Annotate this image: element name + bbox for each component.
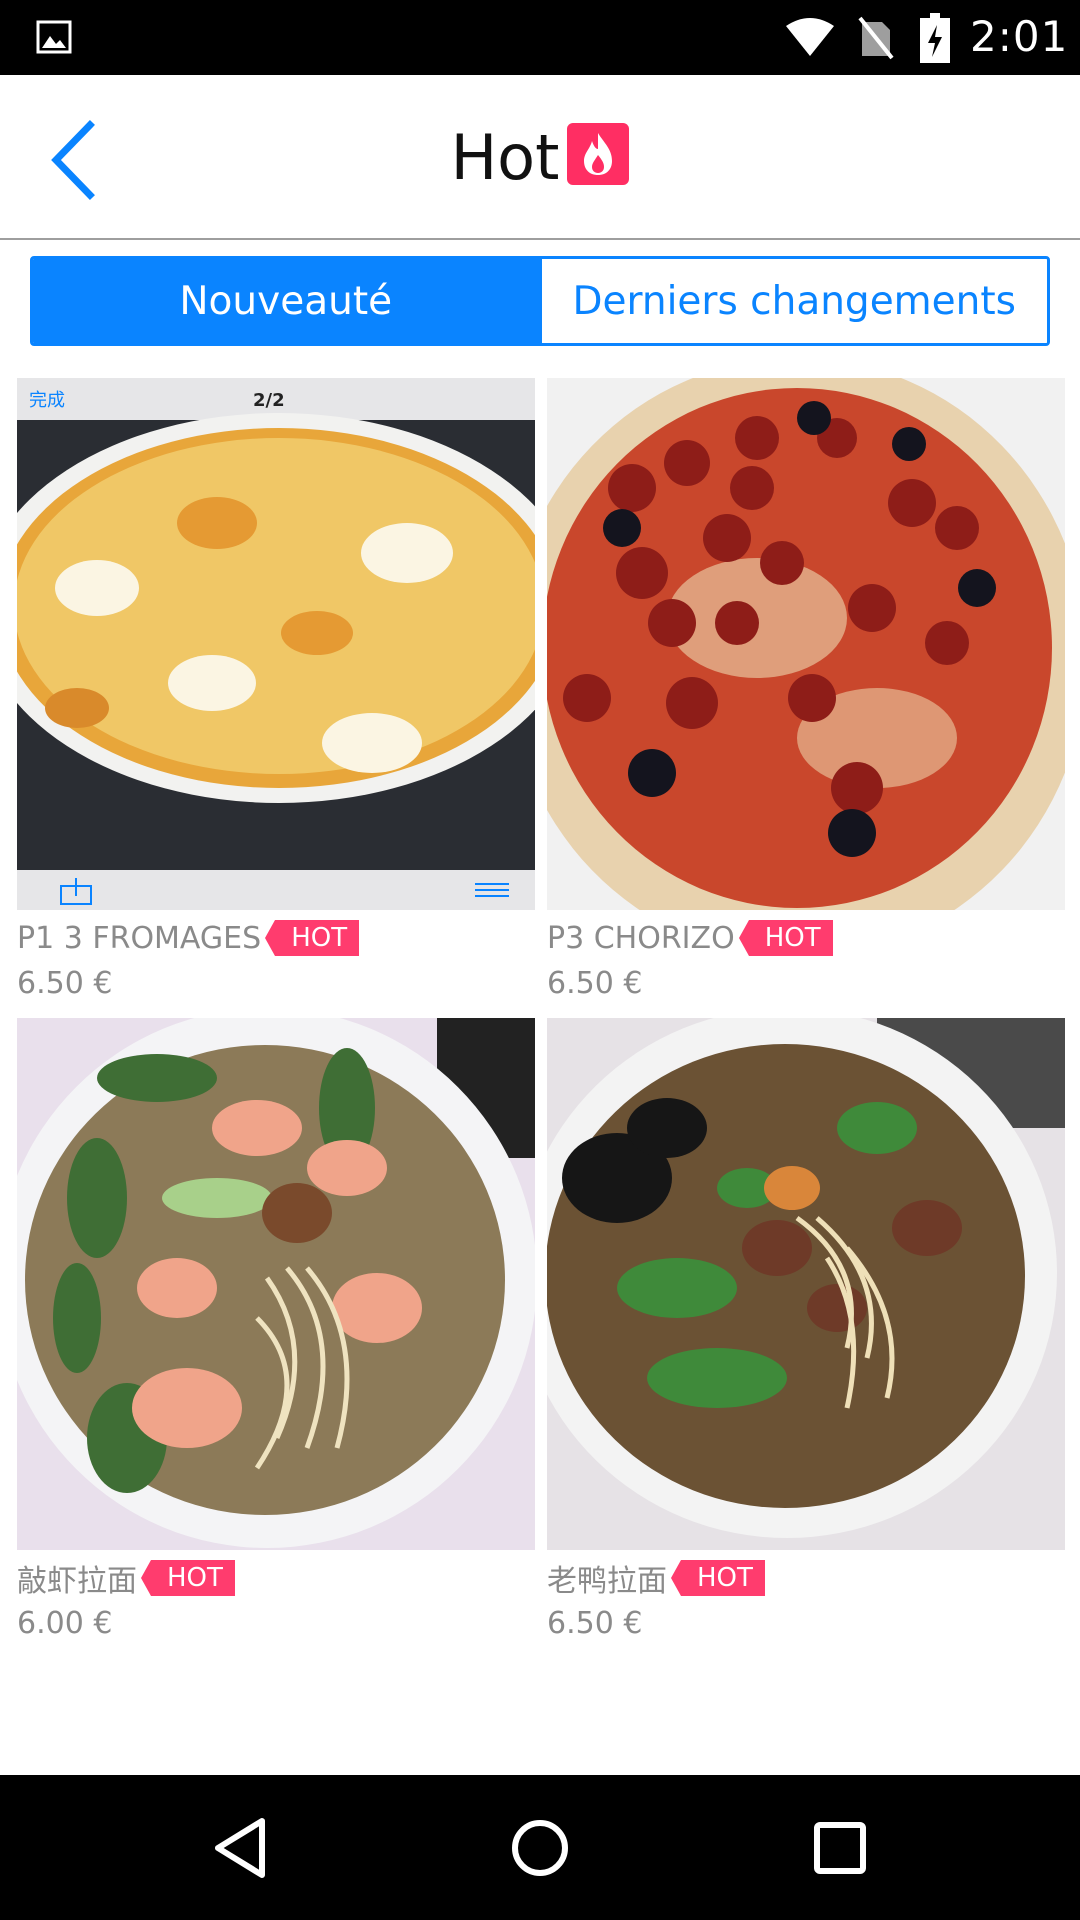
overlay-done-label: 完成 [29, 390, 65, 411]
nav-back-button[interactable] [200, 1813, 280, 1883]
product-photo[interactable] [547, 378, 1065, 910]
product-name: P1 3 FROMAGES [17, 920, 262, 956]
product-card[interactable]: P3 CHORIZO HOT 6.50 € [547, 378, 1065, 1001]
battery-charging-icon [920, 13, 950, 63]
home-circle-icon [512, 1820, 568, 1876]
hot-badge: HOT [671, 1560, 765, 1596]
segmented-control: Nouveauté Derniers changements [30, 256, 1050, 346]
nav-recents-button[interactable] [800, 1813, 880, 1883]
hot-badge: HOT [265, 920, 360, 956]
product-photo[interactable] [17, 1018, 535, 1550]
gallery-icon [36, 20, 72, 54]
product-name-row: P3 CHORIZO HOT [547, 916, 1065, 960]
product-price: 6.50 € [547, 1606, 643, 1641]
no-sim-icon [858, 16, 894, 60]
fire-icon [567, 122, 630, 185]
tab-nouveaute[interactable]: Nouveauté [33, 259, 539, 343]
wifi-icon [786, 18, 834, 56]
product-price: 6.50 € [547, 966, 643, 1001]
title-container: Hot [0, 75, 1080, 240]
product-name-row: P1 3 FROMAGES HOT [17, 916, 535, 960]
product-card[interactable]: 老鸭拉面 HOT 6.50 € [547, 1018, 1065, 1641]
hot-badge: HOT [738, 920, 833, 956]
product-name: P3 CHORIZO [547, 920, 735, 956]
product-price: 6.00 € [17, 1606, 113, 1641]
product-name: 敲虾拉面 [17, 1564, 137, 1599]
recents-square-icon [814, 1822, 866, 1874]
status-bar: 2:01 [0, 0, 1080, 75]
overlay-page-counter: 2/2 [253, 390, 285, 411]
product-card[interactable]: 敲虾拉面 HOT 6.00 € [17, 1018, 535, 1641]
product-name: 老鸭拉面 [547, 1564, 667, 1599]
nav-home-button[interactable] [500, 1813, 580, 1883]
product-card[interactable]: 完成 2/2 P1 3 FROMAGES HOT 6.50 € [17, 378, 535, 1001]
back-triangle-icon [215, 1818, 265, 1878]
product-photo[interactable] [547, 1018, 1065, 1550]
hot-badge: HOT [141, 1560, 235, 1596]
tab-derniers-changements[interactable]: Derniers changements [538, 259, 1047, 343]
product-photo[interactable]: 完成 2/2 [17, 378, 535, 910]
navigation-bar [0, 1775, 1080, 1920]
chevron-left-icon [51, 120, 95, 200]
product-name-row: 敲虾拉面 HOT [17, 1556, 535, 1600]
product-price: 6.50 € [17, 966, 113, 1001]
page-title: Hot [450, 121, 560, 194]
status-time: 2:01 [970, 12, 1069, 61]
app-bar: Hot [0, 75, 1080, 240]
product-name-row: 老鸭拉面 HOT [547, 1556, 1065, 1600]
back-button[interactable] [40, 115, 110, 205]
